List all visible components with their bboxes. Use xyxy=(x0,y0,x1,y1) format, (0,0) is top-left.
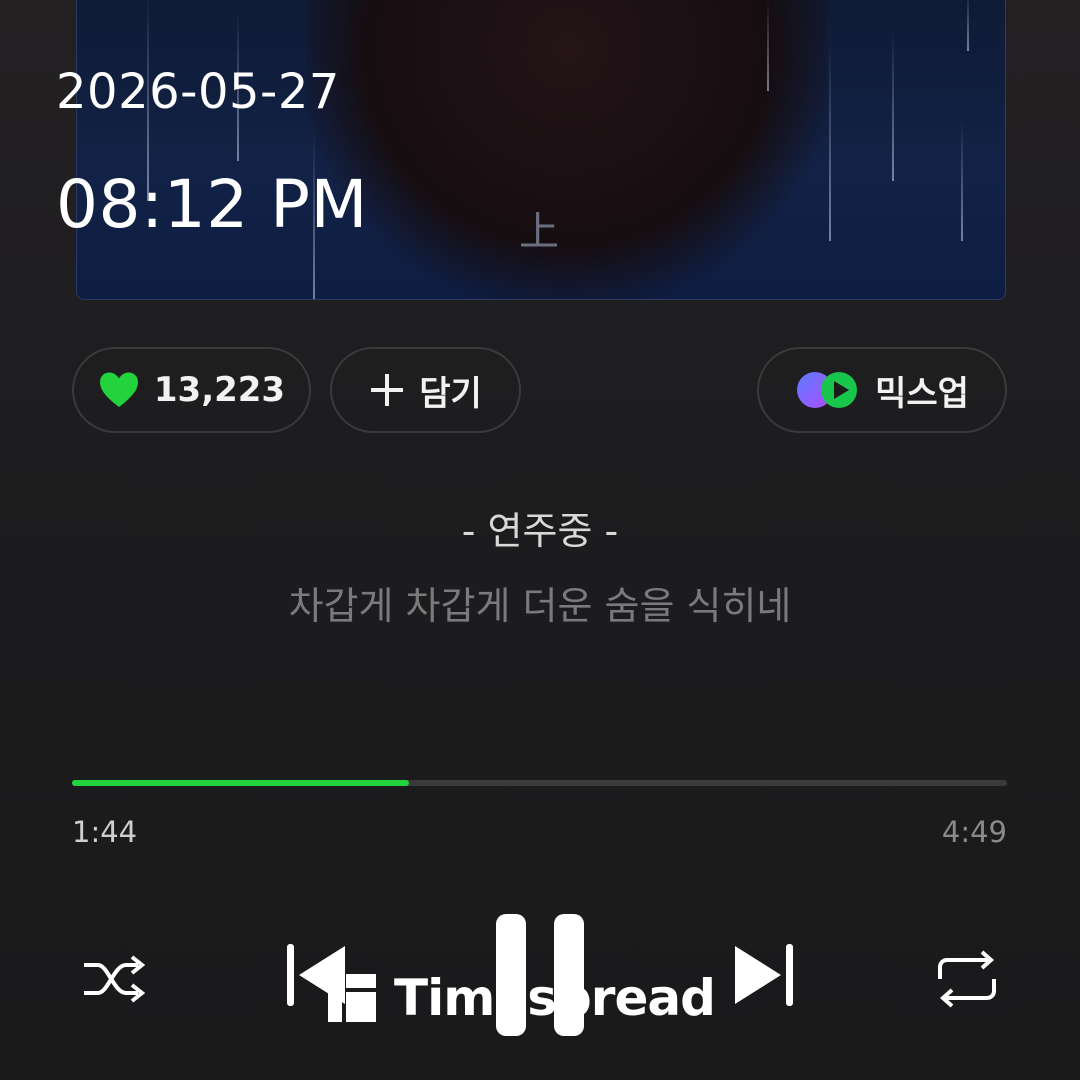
skip-previous-icon xyxy=(287,944,345,1006)
add-label: 담기 xyxy=(419,373,482,414)
like-count: 13,223 xyxy=(153,370,286,410)
mixup-label: 믹스업 xyxy=(875,373,969,414)
shuffle-icon xyxy=(84,955,146,1003)
elapsed-time: 1:44 xyxy=(72,815,138,849)
pause-icon xyxy=(496,914,584,1036)
repeat-icon xyxy=(938,950,996,1008)
mixup-button[interactable]: 믹스업 xyxy=(757,347,1007,433)
lyrics-line[interactable]: 차갑게 차갑게 더운 숨을 식히네 xyxy=(0,575,1080,630)
previous-track-button[interactable] xyxy=(280,935,352,1015)
album-art[interactable]: 上 xyxy=(76,0,1006,300)
shuffle-button[interactable] xyxy=(72,938,154,1020)
rain-streak xyxy=(892,31,894,181)
pause-button[interactable] xyxy=(490,910,590,1040)
mixup-icon xyxy=(797,372,858,408)
album-art-glyph: 上 xyxy=(519,209,559,255)
add-to-playlist-button[interactable]: 담기 xyxy=(330,347,521,433)
overlay-time: 08:12 PM xyxy=(56,166,368,243)
total-time: 4:49 xyxy=(941,815,1007,849)
repeat-button[interactable] xyxy=(926,938,1008,1020)
rain-streak xyxy=(967,0,969,51)
next-track-button[interactable] xyxy=(728,935,800,1015)
album-art-figure xyxy=(307,0,827,299)
progress-bar[interactable] xyxy=(72,780,1007,786)
plus-icon xyxy=(371,374,404,406)
like-button[interactable]: 13,223 xyxy=(72,347,311,433)
skip-next-icon xyxy=(735,944,793,1006)
rain-streak xyxy=(829,41,831,241)
lyrics-status[interactable]: - 연주중 - xyxy=(0,500,1080,555)
overlay-date: 2026-05-27 xyxy=(56,64,340,120)
rain-streak xyxy=(767,1,769,91)
progress-fill xyxy=(72,780,409,786)
player-screen: 上 2026-05-27 08:12 PM 13,223 담기 믹스업 - 연주… xyxy=(0,0,1080,1080)
rain-streak xyxy=(961,121,963,241)
heart-icon xyxy=(99,372,138,407)
